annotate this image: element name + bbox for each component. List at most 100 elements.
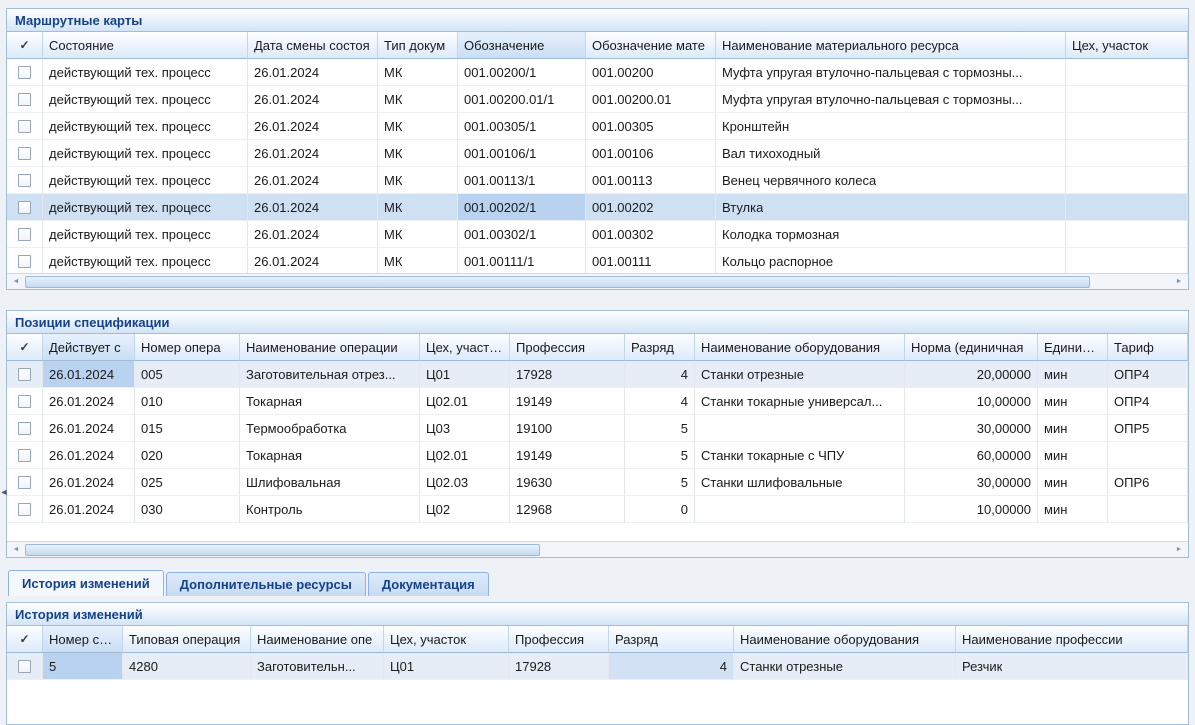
cell[interactable]: 30,00000	[905, 415, 1038, 442]
cell[interactable]: Контроль	[240, 496, 420, 523]
cell[interactable]: 020	[135, 442, 240, 469]
cell[interactable]	[1108, 496, 1188, 523]
cell[interactable]: 26.01.2024	[248, 140, 378, 167]
cell[interactable]: 5	[625, 442, 695, 469]
table-row[interactable]: 26.01.2024005Заготовительная отрез...Ц01…	[7, 361, 1188, 388]
cell[interactable]: ОПР4	[1108, 388, 1188, 415]
cell[interactable]: 001.00302/1	[458, 221, 586, 248]
column-header[interactable]: Действует с	[43, 334, 135, 361]
table-row[interactable]: действующий тех. процесс26.01.2024МК001.…	[7, 59, 1188, 86]
cell[interactable]: 26.01.2024	[43, 469, 135, 496]
cell[interactable]: 4280	[123, 653, 251, 680]
cell[interactable]: мин	[1038, 361, 1108, 388]
cell[interactable]: 001.00111	[586, 248, 716, 273]
cell[interactable]: 5	[625, 469, 695, 496]
cell[interactable]: Термообработка	[240, 415, 420, 442]
cell[interactable]: Шлифовальная	[240, 469, 420, 496]
table-row[interactable]: 54280Заготовительн...Ц01179284Станки отр…	[7, 653, 1188, 680]
cell[interactable]: МК	[378, 221, 458, 248]
tab-additional-resources[interactable]: Дополнительные ресурсы	[166, 572, 366, 596]
cell[interactable]: 001.00305	[586, 113, 716, 140]
cell[interactable]: Станки токарные с ЧПУ	[695, 442, 905, 469]
cell[interactable]: 001.00111/1	[458, 248, 586, 273]
column-header[interactable]: Норма (единичная	[905, 334, 1038, 361]
cell[interactable]: 26.01.2024	[248, 221, 378, 248]
cell[interactable]: 26.01.2024	[43, 442, 135, 469]
cell[interactable]: действующий тех. процесс	[43, 86, 248, 113]
cell[interactable]: 001.00106	[586, 140, 716, 167]
cell[interactable]: 26.01.2024	[248, 167, 378, 194]
cell[interactable]: Станки отрезные	[695, 361, 905, 388]
cell[interactable]: 19630	[510, 469, 625, 496]
cell[interactable]: Заготовительн...	[251, 653, 384, 680]
cell[interactable]: Станки отрезные	[734, 653, 956, 680]
cell[interactable]: 010	[135, 388, 240, 415]
scroll-left-arrow-icon[interactable]: ◄	[9, 276, 23, 288]
cell[interactable]: действующий тех. процесс	[43, 113, 248, 140]
row-checkbox[interactable]	[18, 503, 31, 516]
column-header[interactable]: Тип докум	[378, 32, 458, 59]
cell[interactable]: 015	[135, 415, 240, 442]
cell[interactable]: МК	[378, 194, 458, 221]
cell[interactable]: действующий тех. процесс	[43, 140, 248, 167]
cell[interactable]	[1066, 194, 1188, 221]
table-row[interactable]: 26.01.2024020ТокарнаяЦ02.01191495Станки …	[7, 442, 1188, 469]
scrollbar-thumb[interactable]	[25, 544, 540, 556]
cell[interactable]: мин	[1038, 442, 1108, 469]
row-checkbox[interactable]	[18, 476, 31, 489]
cell[interactable]: 20,00000	[905, 361, 1038, 388]
cell[interactable]: Кольцо распорное	[716, 248, 1066, 273]
row-checkbox[interactable]	[18, 201, 31, 214]
cell[interactable]	[1066, 59, 1188, 86]
cell[interactable]: 001.00202/1	[458, 194, 586, 221]
cell[interactable]: 4	[625, 388, 695, 415]
cell[interactable]: Ц01	[384, 653, 509, 680]
cell[interactable]: 001.00200/1	[458, 59, 586, 86]
scroll-right-arrow-icon[interactable]: ►	[1172, 276, 1186, 288]
cell[interactable]: 5	[625, 415, 695, 442]
cell[interactable]: 26.01.2024	[248, 86, 378, 113]
table-row[interactable]: действующий тех. процесс26.01.2024МК001.…	[7, 194, 1188, 221]
cell[interactable]: Резчик	[956, 653, 1188, 680]
select-all-checkbox-header[interactable]: ✓	[7, 32, 43, 59]
cell[interactable]: Муфта упругая втулочно-пальцевая с тормо…	[716, 59, 1066, 86]
select-all-checkbox-header[interactable]: ✓	[7, 626, 43, 653]
cell[interactable]: 001.00302	[586, 221, 716, 248]
table-row[interactable]: действующий тех. процесс26.01.2024МК001.…	[7, 140, 1188, 167]
cell[interactable]: Ц02.01	[420, 442, 510, 469]
cell[interactable]: Колодка тормозная	[716, 221, 1066, 248]
cell[interactable]: Втулка	[716, 194, 1066, 221]
cell[interactable]: 001.00200.01/1	[458, 86, 586, 113]
cell[interactable]: действующий тех. процесс	[43, 221, 248, 248]
scroll-right-arrow-icon[interactable]: ►	[1172, 544, 1186, 556]
row-checkbox[interactable]	[18, 147, 31, 160]
row-checkbox[interactable]	[18, 368, 31, 381]
cell[interactable]: 26.01.2024	[248, 59, 378, 86]
cell[interactable]: Муфта упругая втулочно-пальцевая с тормо…	[716, 86, 1066, 113]
column-header[interactable]: Профессия	[510, 334, 625, 361]
cell[interactable]: МК	[378, 59, 458, 86]
cell[interactable]: действующий тех. процесс	[43, 248, 248, 273]
cell[interactable]: Токарная	[240, 442, 420, 469]
cell[interactable]: 30,00000	[905, 469, 1038, 496]
row-checkbox[interactable]	[18, 120, 31, 133]
cell[interactable]: 26.01.2024	[248, 194, 378, 221]
cell[interactable]: 001.00202	[586, 194, 716, 221]
row-checkbox[interactable]	[18, 66, 31, 79]
row-checkbox[interactable]	[18, 174, 31, 187]
column-header[interactable]: Наименование материального ресурса	[716, 32, 1066, 59]
column-header[interactable]: Дата смены состоя	[248, 32, 378, 59]
scrollbar-track[interactable]	[25, 276, 1170, 288]
cell[interactable]	[1066, 221, 1188, 248]
column-header[interactable]: Цех, участок.	[420, 334, 510, 361]
table-row[interactable]: 26.01.2024030КонтрольЦ0212968010,00000ми…	[7, 496, 1188, 523]
row-checkbox[interactable]	[18, 228, 31, 241]
cell[interactable]	[1066, 86, 1188, 113]
tab-documentation[interactable]: Документация	[368, 572, 489, 596]
row-checkbox[interactable]	[18, 93, 31, 106]
cell[interactable]: Ц02.03	[420, 469, 510, 496]
cell[interactable]: 5	[43, 653, 123, 680]
table-row[interactable]: действующий тех. процесс26.01.2024МК001.…	[7, 86, 1188, 113]
table-row[interactable]: действующий тех. процесс26.01.2024МК001.…	[7, 113, 1188, 140]
row-checkbox[interactable]	[18, 449, 31, 462]
